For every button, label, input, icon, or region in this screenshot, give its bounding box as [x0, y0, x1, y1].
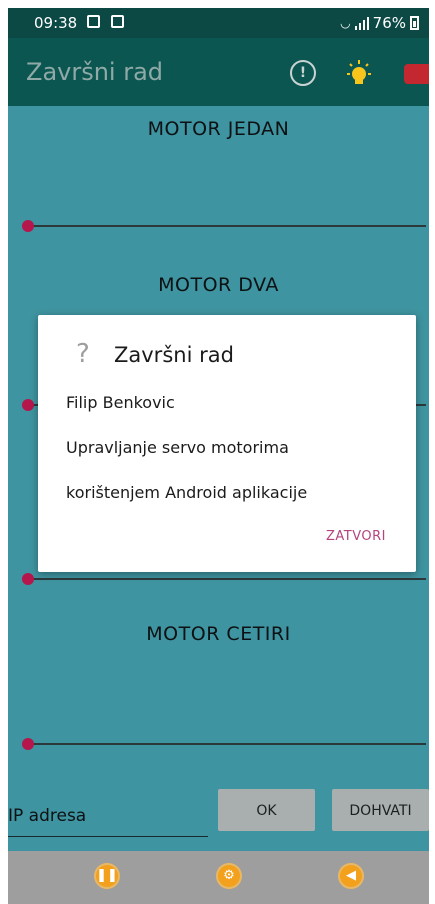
status-right: ◡ 76%: [340, 14, 419, 32]
motor-one-slider-thumb[interactable]: [22, 220, 34, 232]
gallery-notification-icon: [87, 15, 100, 28]
dialog-line-author: Filip Benkovic: [66, 393, 175, 412]
light-bulb-icon[interactable]: [344, 58, 374, 88]
pause-icon[interactable]: ❚❚: [94, 863, 120, 889]
battery-percent: 76%: [372, 14, 406, 32]
checkbox-notification-icon: [111, 15, 124, 28]
dialog-line-platform: korištenjem Android aplikacije: [66, 483, 308, 502]
exit-icon[interactable]: [404, 64, 429, 84]
fetch-button[interactable]: DOHVATI: [332, 789, 429, 831]
motor-three-slider-thumb[interactable]: [22, 573, 34, 585]
info-icon[interactable]: !: [290, 60, 316, 86]
question-icon: ?: [76, 339, 90, 369]
motor-two-label: MOTOR DVA: [158, 274, 279, 296]
back-icon[interactable]: ◀: [338, 863, 364, 889]
about-dialog: ? Završni rad Filip Benkovic Upravljanje…: [38, 315, 416, 572]
app-title: Završni rad: [26, 58, 164, 86]
close-button[interactable]: ZATVORI: [326, 529, 386, 544]
bottom-bar: ❚❚ ⚙ ◀: [8, 851, 429, 904]
status-bar: 09:38 ◡ 76%: [8, 8, 429, 38]
motor-one-label: MOTOR JEDAN: [147, 118, 290, 140]
screen: 09:38 ◡ 76% Završni rad ! MOTOR JEDAN MO…: [8, 8, 429, 904]
signal-icon: [354, 16, 369, 30]
wifi-icon: ◡: [340, 16, 351, 30]
motor-four-label: MOTOR CETIRI: [146, 623, 291, 645]
dialog-title: Završni rad: [114, 343, 234, 367]
motor-four-slider[interactable]: [26, 743, 426, 745]
motor-two-slider-thumb[interactable]: [22, 399, 34, 411]
battery-icon: [410, 16, 419, 30]
motor-three-slider[interactable]: [26, 578, 426, 580]
ip-address-input[interactable]: [8, 795, 208, 837]
toolbar: Završni rad !: [8, 38, 429, 106]
status-time: 09:38: [34, 14, 78, 32]
motor-four-slider-thumb[interactable]: [22, 738, 34, 750]
motor-one-slider[interactable]: [26, 225, 426, 227]
ok-button[interactable]: OK: [218, 789, 315, 831]
gear-icon[interactable]: ⚙: [216, 863, 242, 889]
dialog-line-topic: Upravljanje servo motorima: [66, 438, 289, 457]
